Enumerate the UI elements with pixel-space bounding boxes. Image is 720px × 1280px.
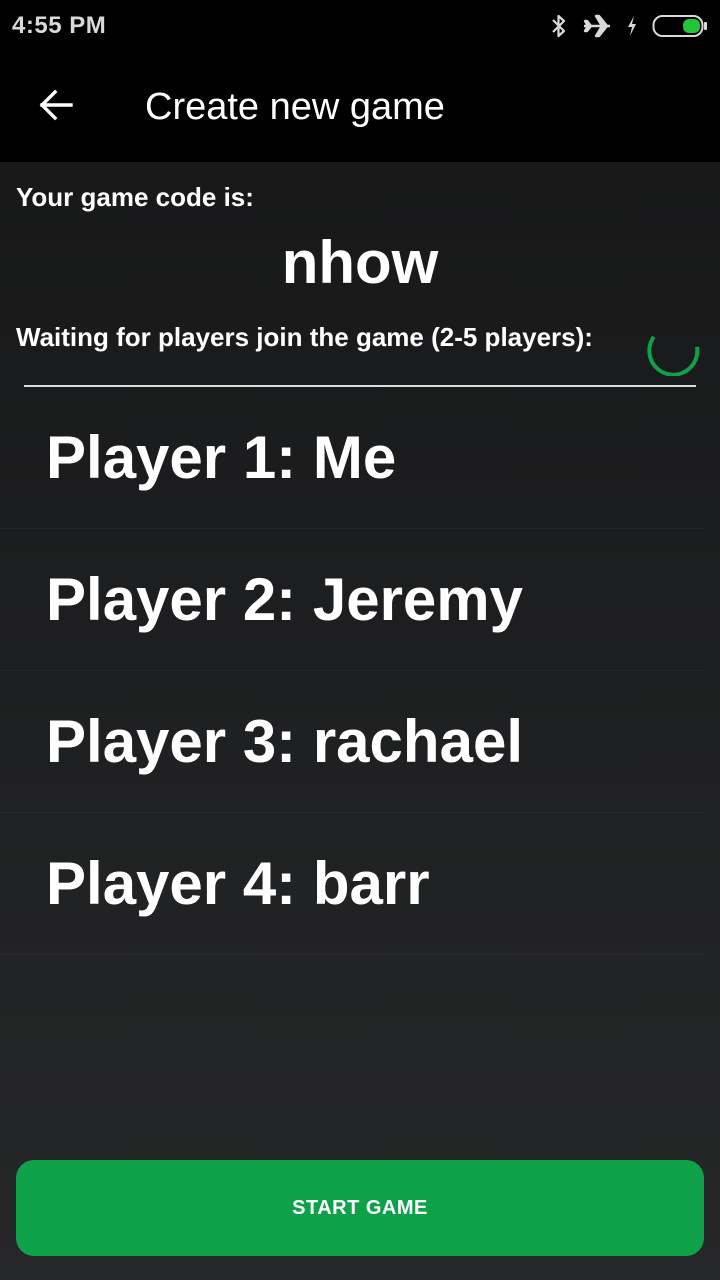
game-code-label: Your game code is: bbox=[16, 182, 254, 212]
player-list-item[interactable]: Player 4: barr bbox=[0, 813, 706, 955]
bluetooth-icon bbox=[550, 13, 568, 39]
player-list-item[interactable]: Player 1: Me bbox=[0, 387, 706, 529]
status-bar: 4:55 PM bbox=[0, 0, 720, 52]
status-time: 4:55 PM bbox=[12, 12, 107, 39]
arrow-left-icon bbox=[38, 89, 74, 126]
player-label: Player 3: rachael bbox=[46, 708, 523, 775]
status-icons bbox=[550, 13, 708, 39]
player-label: Player 4: barr bbox=[46, 850, 430, 917]
back-button[interactable] bbox=[0, 52, 112, 162]
charging-icon bbox=[626, 15, 638, 37]
start-game-button[interactable]: START GAME bbox=[16, 1160, 704, 1256]
player-label: Player 1: Me bbox=[46, 424, 397, 491]
waiting-for-players-text: Waiting for players join the game (2-5 p… bbox=[16, 322, 593, 352]
game-code: nhow bbox=[281, 229, 439, 296]
player-list-item[interactable]: Player 3: rachael bbox=[0, 671, 706, 813]
player-list: Player 1: Me Player 2: Jeremy Player 3: … bbox=[0, 387, 720, 955]
airplane-mode-icon bbox=[582, 13, 612, 39]
player-label: Player 2: Jeremy bbox=[46, 566, 524, 633]
battery-icon bbox=[652, 14, 708, 38]
player-list-item[interactable]: Player 2: Jeremy bbox=[0, 529, 706, 671]
app-bar: Create new game bbox=[0, 52, 720, 162]
page-title: Create new game bbox=[145, 85, 445, 128]
loading-spinner-icon bbox=[646, 322, 700, 377]
